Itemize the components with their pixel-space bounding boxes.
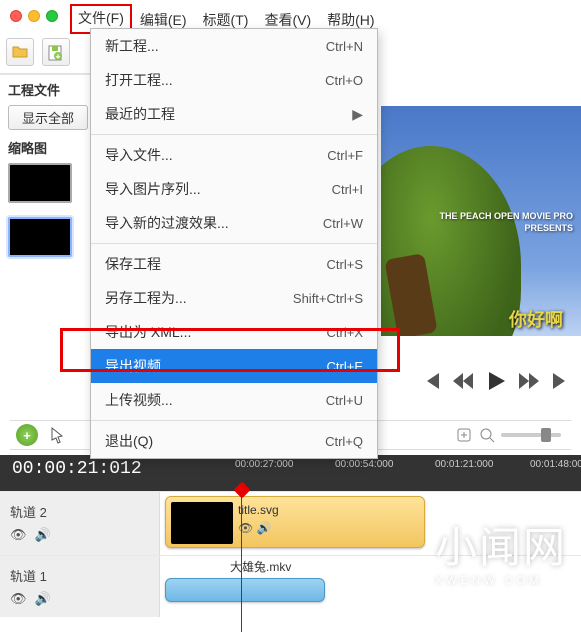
- show-all-dropdown[interactable]: 显示全部: [8, 105, 88, 130]
- ruler-tick: 00:00:27:000: [235, 459, 293, 470]
- eye-icon[interactable]: 👁: [10, 591, 27, 607]
- volume-icon: 🔊: [257, 521, 272, 535]
- folder-icon: [11, 43, 29, 61]
- thumbnail-list: [8, 163, 88, 257]
- timeline-tracks: 轨道 2 👁 🔊 title.svg 👁 🔊 轨道 1 👁 🔊: [0, 491, 581, 627]
- zoom-control: [455, 426, 561, 444]
- project-files-label: 工程文件: [8, 80, 88, 99]
- file-menu-dropdown: 新工程...Ctrl+N 打开工程...Ctrl+O 最近的工程▶ 导入文件..…: [90, 28, 378, 459]
- track-1-body[interactable]: 大雄兔.mkv: [160, 556, 581, 617]
- transport-controls: [421, 370, 571, 392]
- volume-icon[interactable]: 🔊: [35, 527, 51, 543]
- volume-icon[interactable]: 🔊: [35, 591, 51, 607]
- clip-title-svg[interactable]: title.svg 👁 🔊: [165, 496, 425, 548]
- rewind-button[interactable]: [453, 373, 473, 389]
- zoom-slider[interactable]: [501, 433, 561, 437]
- clip-thumbnail: [171, 502, 233, 544]
- playhead-marker-icon: [234, 482, 251, 499]
- menu-import-image-seq[interactable]: 导入图片序列...Ctrl+I: [91, 172, 377, 206]
- track-2-header[interactable]: 轨道 2 👁 🔊: [0, 492, 160, 555]
- chevron-right-icon: ▶: [352, 106, 363, 123]
- thumbnails-label: 缩略图: [8, 138, 88, 157]
- ruler-tick: 00:01:21:000: [435, 459, 493, 470]
- video-preview[interactable]: THE PEACH OPEN MOVIE PROPRESENTS 你好啊: [381, 106, 581, 336]
- zoom-slider-thumb[interactable]: [541, 428, 551, 442]
- save-file-button[interactable]: [42, 38, 70, 66]
- clip-video[interactable]: [165, 578, 325, 602]
- ruler-tick: 00:00:54:000: [335, 459, 393, 470]
- sidebar: 工程文件 显示全部 缩略图: [8, 80, 88, 271]
- minimize-window-button[interactable]: [28, 10, 40, 22]
- skip-start-button[interactable]: [421, 373, 441, 389]
- menu-import-files[interactable]: 导入文件...Ctrl+F: [91, 138, 377, 172]
- menu-new-project[interactable]: 新工程...Ctrl+N: [91, 29, 377, 63]
- toolbar: [6, 38, 70, 66]
- track-1: 轨道 1 👁 🔊 大雄兔.mkv: [0, 555, 581, 617]
- menu-import-transition[interactable]: 导入新的过渡效果...Ctrl+W: [91, 206, 377, 240]
- track-2: 轨道 2 👁 🔊 title.svg 👁 🔊: [0, 491, 581, 555]
- add-track-button[interactable]: +: [16, 424, 38, 446]
- thumbnail-item-selected[interactable]: [8, 217, 72, 257]
- toolbar-divider: [0, 73, 90, 75]
- track-2-body[interactable]: title.svg 👁 🔊: [160, 492, 581, 555]
- menu-save-project[interactable]: 保存工程Ctrl+S: [91, 247, 377, 281]
- open-file-button[interactable]: [6, 38, 34, 66]
- skip-end-button[interactable]: [551, 373, 571, 389]
- preview-title-text: THE PEACH OPEN MOVIE PROPRESENTS: [439, 211, 573, 234]
- thumbnail-item[interactable]: [8, 163, 72, 203]
- zoom-out-icon[interactable]: [479, 427, 495, 443]
- menu-separator: [91, 243, 377, 244]
- menu-quit[interactable]: 退出(Q)Ctrl+Q: [91, 424, 377, 458]
- menu-recent-projects[interactable]: 最近的工程▶: [91, 97, 377, 131]
- save-icon: [47, 43, 65, 61]
- menu-separator: [91, 134, 377, 135]
- track-name: 轨道 2: [10, 498, 149, 521]
- preview-subtitle: 你好啊: [509, 306, 563, 332]
- pointer-tool-icon[interactable]: [48, 425, 68, 445]
- close-window-button[interactable]: [10, 10, 22, 22]
- eye-icon[interactable]: 👁: [10, 527, 27, 543]
- play-button[interactable]: [485, 370, 507, 392]
- track-1-header[interactable]: 轨道 1 👁 🔊: [0, 556, 160, 617]
- maximize-window-button[interactable]: [46, 10, 58, 22]
- menu-export-video[interactable]: 导出视频...Ctrl+E: [91, 349, 377, 383]
- clip-label: 大雄兔.mkv: [230, 558, 291, 575]
- menu-open-project[interactable]: 打开工程...Ctrl+O: [91, 63, 377, 97]
- menu-export-xml[interactable]: 导出为 XML...Ctrl+X: [91, 315, 377, 349]
- track-name: 轨道 1: [10, 562, 149, 585]
- menu-save-as[interactable]: 另存工程为...Shift+Ctrl+S: [91, 281, 377, 315]
- menu-upload-video[interactable]: 上传视频...Ctrl+U: [91, 383, 377, 417]
- window-controls: [10, 10, 58, 22]
- playhead[interactable]: [236, 484, 248, 496]
- menu-separator: [91, 420, 377, 421]
- ruler-tick: 00:01:48:000: [530, 459, 581, 470]
- playhead-line: [241, 492, 242, 632]
- forward-button[interactable]: [519, 373, 539, 389]
- current-timecode: 00:00:21:012: [12, 459, 142, 479]
- marker-add-button[interactable]: [455, 426, 473, 444]
